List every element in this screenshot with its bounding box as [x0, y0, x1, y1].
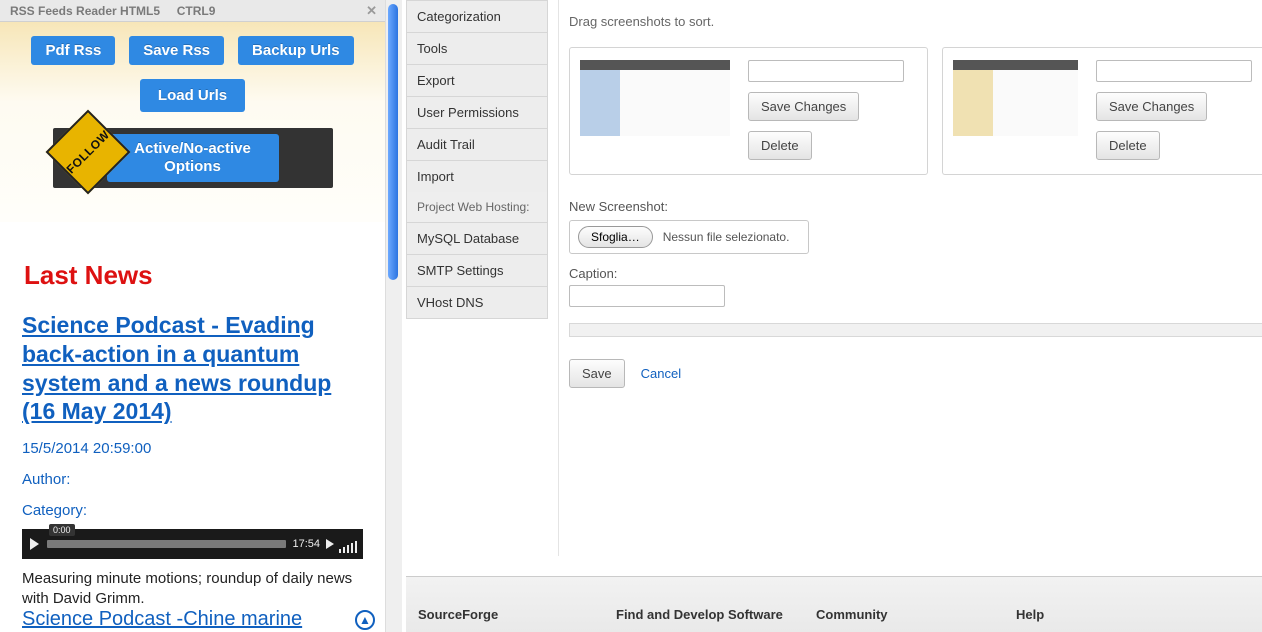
active-options-button[interactable]: Active/No-active Options	[107, 134, 279, 182]
news-description: Measuring minute motions; roundup of dai…	[22, 569, 363, 608]
save-button[interactable]: Save	[569, 359, 625, 388]
screenshots-editor: Drag screenshots to sort. Save Changes D…	[558, 0, 1262, 556]
save-rss-button[interactable]: Save Rss	[129, 36, 224, 65]
nav-mysql[interactable]: MySQL Database	[407, 222, 547, 254]
nav-export[interactable]: Export	[407, 64, 547, 96]
screenshot-card[interactable]: Save Changes Delete	[942, 47, 1262, 175]
sidebar-titlebar: RSS Feeds Reader HTML5 CTRL9 ✕	[0, 0, 385, 22]
last-news-panel: Last News Science Podcast - Evading back…	[14, 250, 371, 631]
horizontal-scrollbar[interactable]	[569, 323, 1262, 337]
news-category-label: Category:	[22, 502, 363, 519]
file-picker[interactable]: Sfoglia… Nessun file selezionato.	[569, 220, 809, 254]
play-icon[interactable]	[30, 538, 39, 550]
save-changes-button[interactable]: Save Changes	[1096, 92, 1207, 121]
volume-icon[interactable]	[326, 539, 334, 549]
footer-help[interactable]: Help	[1016, 607, 1216, 622]
news-title: Science Podcast - Evading back-action in…	[22, 311, 363, 426]
news-author-label: Author:	[22, 471, 363, 488]
screenshot-thumb[interactable]	[580, 60, 730, 136]
news-more-link[interactable]: Science Podcast -Chine marine	[22, 608, 302, 630]
close-icon[interactable]: ✕	[366, 0, 377, 22]
new-caption-field[interactable]	[569, 285, 725, 307]
caption-label: Caption:	[569, 266, 1262, 281]
caption-field[interactable]	[748, 60, 904, 82]
nav-user-permissions[interactable]: User Permissions	[407, 96, 547, 128]
audio-position: 0:00	[49, 524, 75, 536]
load-urls-button[interactable]: Load Urls	[140, 79, 245, 112]
nav-group-webhosting: Project Web Hosting:	[407, 192, 547, 222]
caption-field[interactable]	[1096, 60, 1252, 82]
cancel-link[interactable]: Cancel	[641, 366, 681, 381]
screenshot-thumb[interactable]	[953, 60, 1078, 136]
nav-smtp[interactable]: SMTP Settings	[407, 254, 547, 286]
news-datetime: 15/5/2014 20:59:00	[22, 440, 363, 457]
browse-button[interactable]: Sfoglia…	[578, 226, 653, 248]
footer-find-develop[interactable]: Find and Develop Software	[616, 607, 816, 622]
delete-button[interactable]: Delete	[1096, 131, 1160, 160]
page-footer: SourceForge Find and Develop Software Co…	[406, 576, 1262, 632]
drag-hint: Drag screenshots to sort.	[569, 14, 1262, 29]
nav-import[interactable]: Import	[407, 160, 547, 192]
audio-duration: 17:54	[292, 538, 320, 550]
backup-urls-button[interactable]: Backup Urls	[238, 36, 354, 65]
news-heading: Last News	[24, 260, 363, 291]
sidebar-scrollbar[interactable]	[386, 0, 402, 632]
delete-button[interactable]: Delete	[748, 131, 812, 160]
admin-nav: Categorization Tools Export User Permiss…	[406, 0, 548, 319]
footer-community[interactable]: Community	[816, 607, 1016, 622]
save-changes-button[interactable]: Save Changes	[748, 92, 859, 121]
pdf-rss-button[interactable]: Pdf Rss	[31, 36, 115, 65]
rss-toolbar-area: Pdf Rss Save Rss Backup Urls Load Urls F…	[0, 22, 385, 222]
volume-bars[interactable]	[337, 535, 357, 553]
footer-sourceforge[interactable]: SourceForge	[418, 607, 616, 622]
nav-audit-trail[interactable]: Audit Trail	[407, 128, 547, 160]
audio-track[interactable]: 0:00	[47, 540, 286, 548]
new-screenshot-label: New Screenshot:	[569, 199, 1262, 214]
scroll-top-icon[interactable]: ▲	[355, 610, 375, 630]
news-title-link[interactable]: Science Podcast - Evading back-action in…	[22, 312, 331, 424]
nav-tools[interactable]: Tools	[407, 32, 547, 64]
nav-categorization[interactable]: Categorization	[407, 0, 547, 32]
file-status: Nessun file selezionato.	[663, 230, 790, 244]
screenshot-row: Save Changes Delete Save Changes Delete	[569, 47, 1262, 175]
audio-player[interactable]: 0:00 17:54	[22, 529, 363, 559]
sidebar-title: RSS Feeds Reader HTML5	[10, 4, 160, 18]
scrollbar-thumb[interactable]	[388, 4, 398, 280]
screenshot-card[interactable]: Save Changes Delete	[569, 47, 928, 175]
nav-vhost[interactable]: VHost DNS	[407, 286, 547, 318]
sidebar-shortcut: CTRL9	[177, 4, 216, 18]
rss-sidebar-panel: RSS Feeds Reader HTML5 CTRL9 ✕ Pdf Rss S…	[0, 0, 386, 632]
